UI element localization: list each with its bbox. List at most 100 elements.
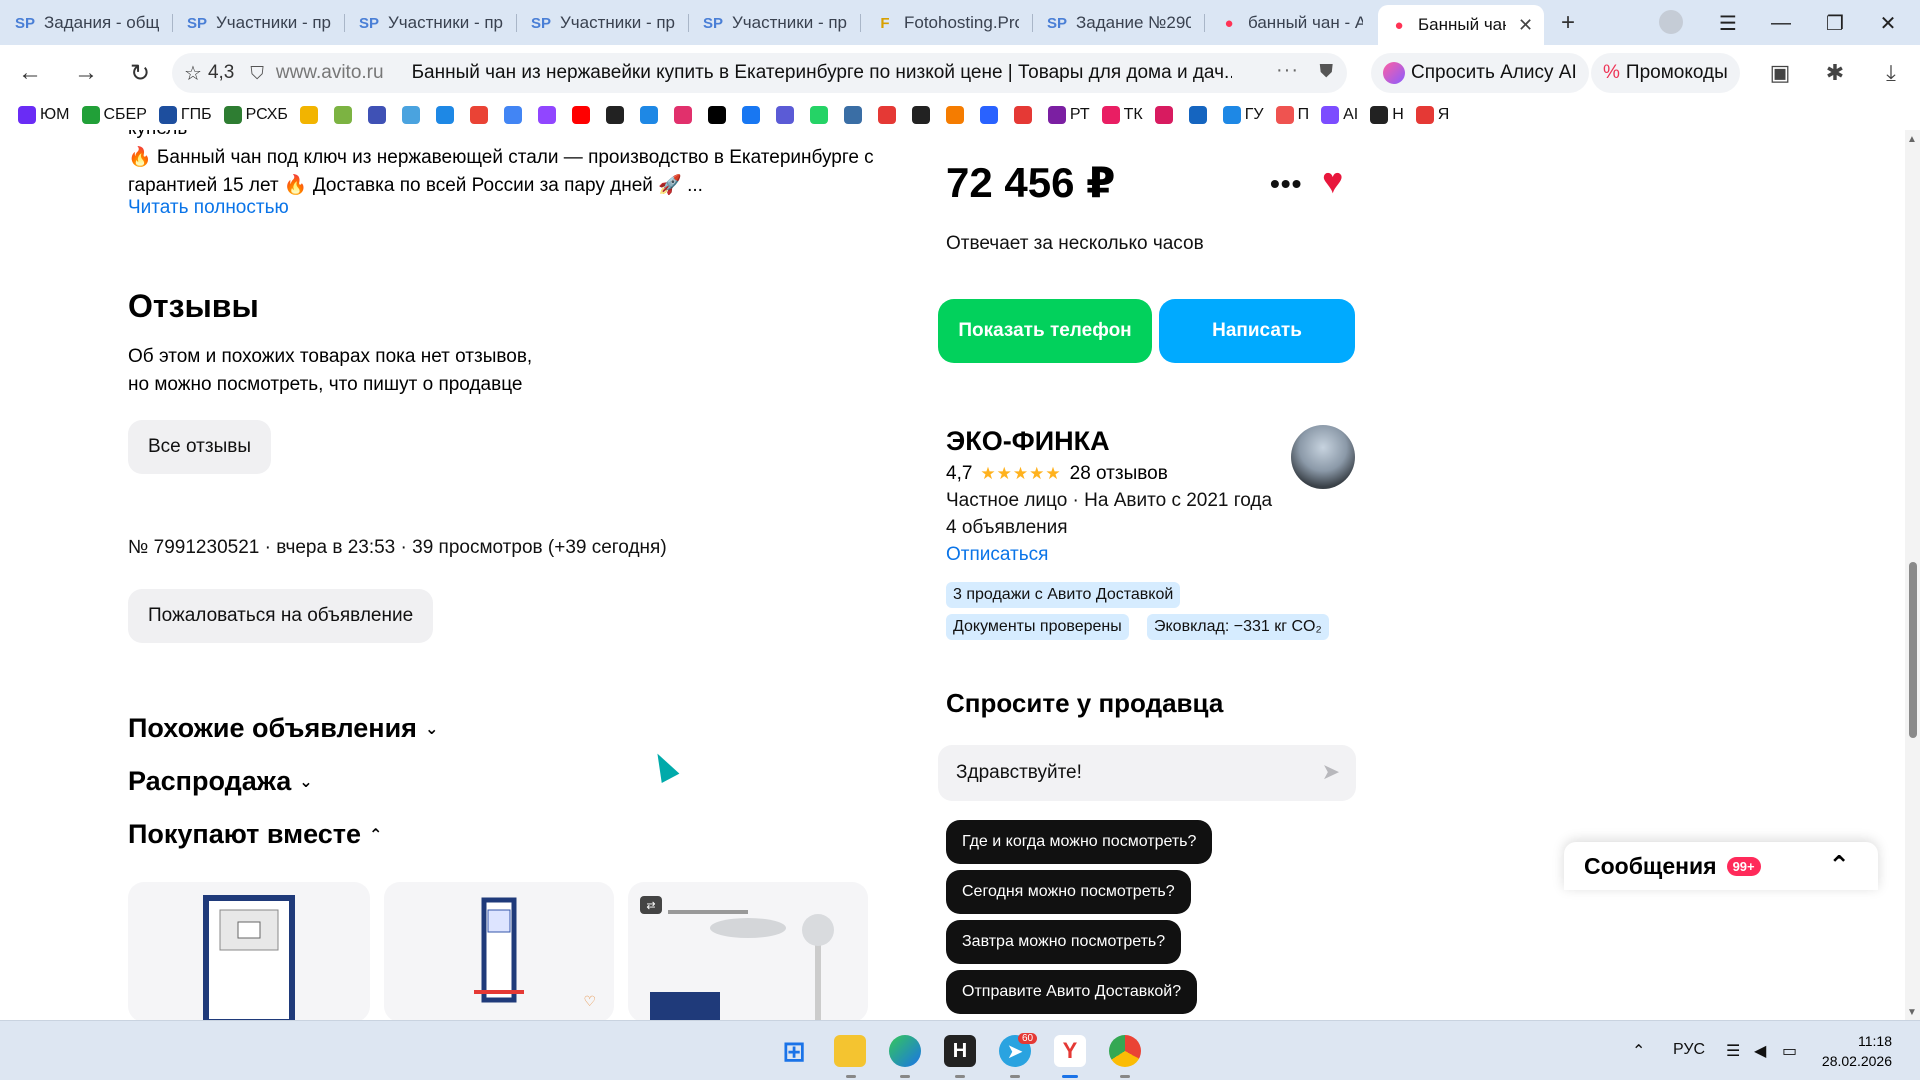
product-card[interactable]: ♡: [384, 882, 614, 1020]
seller-avatar[interactable]: [1291, 425, 1355, 489]
heart-outline-icon[interactable]: ♡: [583, 993, 596, 1010]
bookmark-item[interactable]: СБЕР: [81, 106, 147, 124]
extensions-icon[interactable]: ✱: [1820, 58, 1850, 88]
bookmark-item[interactable]: [1188, 106, 1211, 124]
read-more-link[interactable]: Читать полностью: [128, 197, 289, 219]
quick-question-button[interactable]: Завтра можно посмотреть?: [946, 920, 1182, 964]
bookmark-item[interactable]: [741, 106, 764, 124]
volume-icon[interactable]: ◀: [1754, 1041, 1766, 1061]
send-icon[interactable]: ➤: [1322, 759, 1340, 785]
bookmark-item[interactable]: [707, 106, 730, 124]
more-dots-icon[interactable]: ···: [1276, 59, 1299, 82]
unsubscribe-link[interactable]: Отписаться: [946, 544, 1048, 566]
favorite-heart-icon[interactable]: ♥: [1322, 160, 1343, 202]
bookmark-item[interactable]: ТК: [1101, 106, 1143, 124]
seller-rating[interactable]: 4,7 ★★★★★ 28 отзывов: [946, 463, 1168, 485]
bookmark-item[interactable]: [979, 106, 1002, 124]
bookmark-item[interactable]: РСХБ: [223, 106, 288, 124]
bookmark-item[interactable]: [537, 106, 560, 124]
profile-avatar[interactable]: [1659, 10, 1683, 34]
bookmark-item[interactable]: [401, 106, 424, 124]
bookmark-item[interactable]: [299, 106, 322, 124]
tab-3[interactable]: SP Участники - пр: [348, 5, 513, 41]
tab-active[interactable]: ● Банный чан ✕: [1378, 5, 1544, 45]
bookmark-item[interactable]: [1154, 106, 1177, 124]
bookmark-item[interactable]: [469, 106, 492, 124]
ask-alice-button[interactable]: Спросить Алису AI: [1371, 53, 1589, 93]
reload-icon[interactable]: ↻: [124, 57, 156, 89]
quick-question-button[interactable]: Сегодня можно посмотреть?: [946, 870, 1191, 914]
bookmark-item[interactable]: [605, 106, 628, 124]
image-icon[interactable]: ▣: [1765, 58, 1795, 88]
all-reviews-button[interactable]: Все отзывы: [128, 420, 271, 474]
bookmark-item[interactable]: [945, 106, 968, 124]
scroll-thumb[interactable]: [1909, 562, 1917, 738]
bookmark-item[interactable]: [503, 106, 526, 124]
clock[interactable]: 11:18 28.02.2026: [1812, 1031, 1892, 1071]
bookmark-item[interactable]: ГПБ: [158, 106, 212, 124]
new-tab-button[interactable]: +: [1553, 8, 1583, 38]
h-app-icon[interactable]: H: [944, 1035, 976, 1067]
minimize-icon[interactable]: —: [1766, 8, 1796, 38]
wifi-icon[interactable]: ☰: [1726, 1041, 1740, 1061]
bookmark-item[interactable]: [673, 106, 696, 124]
bookmark-item[interactable]: [639, 106, 662, 124]
bookmark-item[interactable]: [1013, 106, 1036, 124]
bookmark-item[interactable]: [877, 106, 900, 124]
chevron-up-tray-icon[interactable]: ⌃: [1632, 1041, 1645, 1061]
tab-2[interactable]: SP Участники - пр: [176, 5, 341, 41]
bookmark-icon[interactable]: ⛊: [1320, 61, 1334, 82]
bought-together-toggle[interactable]: Покупают вместе ⌃: [128, 819, 382, 850]
windows-start-icon[interactable]: ⊞: [778, 1035, 810, 1067]
sale-toggle[interactable]: Распродажа ⌄: [128, 766, 313, 797]
address-bar[interactable]: ☆ 4,3 ⛉ www.avito.ru Банный чан из нержа…: [172, 53, 1347, 93]
back-arrow-icon[interactable]: ←: [14, 57, 46, 89]
bookmark-item[interactable]: [911, 106, 934, 124]
messages-widget[interactable]: Сообщения 99+ ⌃: [1564, 842, 1878, 890]
restore-icon[interactable]: ❐: [1820, 8, 1850, 38]
bookmark-item[interactable]: ЮМ: [18, 106, 70, 124]
bookmark-item[interactable]: Н: [1370, 106, 1404, 124]
bookmark-item[interactable]: ГУ: [1222, 106, 1264, 124]
battery-icon[interactable]: ▭: [1782, 1041, 1797, 1061]
ask-seller-input[interactable]: Здравствуйте! ➤: [938, 745, 1356, 801]
language-indicator[interactable]: РУС: [1673, 1041, 1705, 1059]
tab-4[interactable]: SP Участники - пр: [520, 5, 685, 41]
seller-name[interactable]: ЭКО-ФИНКА: [946, 426, 1110, 457]
site-rating[interactable]: ☆ 4,3: [184, 61, 234, 86]
seller-ads-count[interactable]: 4 объявления: [946, 517, 1068, 539]
bookmark-item[interactable]: РТ: [1047, 106, 1090, 124]
tab-8[interactable]: ● банный чан - А: [1208, 5, 1373, 41]
bookmark-item[interactable]: [367, 106, 390, 124]
bookmark-item[interactable]: [809, 106, 832, 124]
scroll-down-icon[interactable]: ▼: [1907, 1007, 1917, 1018]
edge-browser-icon[interactable]: [889, 1035, 921, 1067]
bookmark-item[interactable]: [435, 106, 458, 124]
report-button[interactable]: Пожаловаться на объявление: [128, 589, 434, 643]
close-tab-icon[interactable]: ✕: [1518, 15, 1533, 36]
bookmark-item[interactable]: Я: [1415, 106, 1449, 124]
quick-question-button[interactable]: Отправите Авито Доставкой?: [946, 970, 1198, 1014]
page-scrollbar[interactable]: ▲ ▼: [1905, 130, 1920, 1020]
scroll-up-icon[interactable]: ▲: [1907, 134, 1917, 145]
download-icon[interactable]: ⤓: [1876, 58, 1906, 88]
product-card[interactable]: ⇄: [628, 882, 868, 1020]
menu-icon[interactable]: ☰: [1713, 8, 1743, 38]
tab-6[interactable]: F Fotohosting.Pro: [864, 5, 1029, 41]
tab-7[interactable]: SP Задание №290: [1036, 5, 1201, 41]
bookmark-item[interactable]: [775, 106, 798, 124]
more-options-icon[interactable]: •••: [1270, 168, 1302, 200]
close-window-icon[interactable]: ✕: [1873, 8, 1903, 38]
forward-arrow-icon[interactable]: →: [70, 57, 102, 89]
bookmark-item[interactable]: П: [1275, 106, 1309, 124]
bookmark-item[interactable]: [843, 106, 866, 124]
bookmark-item[interactable]: [571, 106, 594, 124]
promo-button[interactable]: % Промокоды: [1591, 53, 1740, 93]
file-explorer-icon[interactable]: [834, 1035, 866, 1067]
chrome-icon[interactable]: [1109, 1035, 1141, 1067]
quick-question-button[interactable]: Где и когда можно посмотреть?: [946, 820, 1213, 864]
yandex-browser-icon[interactable]: Y: [1054, 1035, 1086, 1067]
chevron-up-icon[interactable]: ⌃: [1828, 850, 1850, 881]
tab-5[interactable]: SP Участники - пр: [692, 5, 857, 41]
bookmark-item[interactable]: [333, 106, 356, 124]
